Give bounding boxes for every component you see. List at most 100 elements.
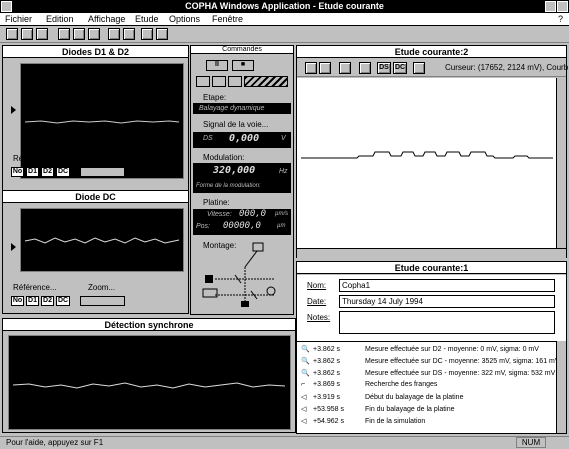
study-form: Nom: Copha1 Date: Thursday 14 July 1994 … — [297, 275, 566, 341]
channel-no-button[interactable]: No — [11, 167, 24, 177]
num-lock-indicator: NUM — [516, 437, 546, 448]
modulation-display: 320,000 Hz Forme de la modulation: — [193, 163, 291, 193]
status-bar: Pour l'aide, appuyez sur F1 NUM — [0, 436, 569, 449]
channel-d2-button[interactable]: D2 — [41, 296, 54, 306]
cancel-icon[interactable] — [212, 76, 226, 87]
new-icon[interactable] — [6, 28, 18, 40]
maximize-button[interactable] — [557, 1, 568, 12]
reference-button[interactable]: Référence... — [13, 154, 57, 163]
modulation-form-label: Forme de la modulation: — [196, 183, 261, 189]
window-title: Etude courante:2 — [297, 46, 566, 58]
window-title: Etude courante:1 — [297, 262, 566, 274]
pos-unit: µm — [277, 223, 286, 229]
pos-value: 00000,0 — [223, 221, 261, 231]
reference-button[interactable]: Référence... — [13, 283, 57, 292]
search-icon: 🔍 — [301, 358, 310, 365]
channel-dc-button[interactable]: DC — [56, 296, 70, 306]
fit-icon[interactable] — [339, 62, 351, 74]
zoom-out-icon[interactable] — [319, 62, 331, 74]
level-marker-icon[interactable] — [11, 106, 16, 114]
copy-icon[interactable] — [73, 28, 85, 40]
status-help: Pour l'aide, appuyez sur F1 — [6, 438, 104, 447]
vitesse-unit: µm/s — [275, 211, 289, 217]
modulation-value: 320,000 — [213, 165, 256, 176]
diodes-d1-d2-window: Diodes D1 & D2 Référence... Zoom... No D… — [2, 45, 189, 200]
horizontal-scrollbar[interactable] — [297, 248, 566, 258]
cursor-icon[interactable] — [413, 62, 425, 74]
chart-icon[interactable] — [108, 28, 120, 40]
window-title: Diode DC — [3, 191, 188, 203]
system-menu-button[interactable] — [1, 1, 12, 12]
signal-label[interactable]: Signal de la voie... — [203, 120, 268, 129]
stage-icon: ◁ — [301, 406, 307, 413]
menu-fichier[interactable]: Fichier — [5, 13, 32, 26]
channel-d1-button[interactable]: D1 — [26, 296, 39, 306]
commandes-title: Commandes — [191, 46, 293, 54]
diode-dc-window: Diode DC Référence... Zoom... No D1 D2 D… — [2, 190, 189, 314]
modulation-label: Modulation: — [203, 153, 245, 162]
search-icon: 🔍 — [301, 370, 310, 377]
vitesse-value: 000,0 — [239, 209, 267, 219]
ds-button[interactable]: DS — [377, 62, 391, 74]
channel-d1-button[interactable]: D1 — [26, 167, 39, 177]
window-title: Diodes D1 & D2 — [3, 46, 188, 58]
progress-stripes — [244, 76, 288, 87]
signal-value: 0,000 — [229, 133, 260, 144]
pause-button[interactable]: II — [206, 60, 228, 71]
save-icon[interactable] — [36, 28, 48, 40]
pos-label: Pos: — [196, 223, 211, 230]
reset-icon[interactable] — [196, 76, 210, 87]
channel-d2-button[interactable]: D2 — [41, 167, 54, 177]
sync-scope — [8, 335, 291, 430]
notes-field[interactable] — [339, 311, 555, 334]
signal-unit: V — [281, 135, 286, 142]
commandes-window: Commandes II ■ Etape: Balayage dynamique… — [190, 45, 294, 315]
nom-label: Nom: — [307, 281, 327, 290]
etape-label: Etape: — [203, 93, 227, 102]
magnifier-icon[interactable] — [359, 62, 371, 74]
log-scrollbar[interactable] — [556, 341, 566, 433]
graph-toolbar: DS DC Curseur: (17652, 2124 mV), Courb — [297, 59, 568, 77]
menu-options[interactable]: Options — [169, 13, 200, 26]
date-field[interactable]: Thursday 14 July 1994 — [339, 295, 555, 308]
diode-dc-scope — [20, 208, 184, 272]
zoom-in-icon[interactable] — [305, 62, 317, 74]
signal-channel: DS — [203, 135, 213, 142]
window-icon[interactable] — [141, 28, 153, 40]
log-row: ⌐ +3.869 s Recherche des franges — [301, 381, 438, 388]
log-row: ◁ +53.958 s Fin du balayage de la platine — [301, 406, 455, 413]
etape-display: Balayage dynamique — [193, 103, 291, 114]
montage-diagram-icon[interactable] — [195, 239, 291, 311]
disable-icon[interactable] — [228, 76, 242, 87]
signal-display: DS 0,000 V — [193, 132, 291, 148]
level-marker-icon[interactable] — [11, 243, 16, 251]
channel-dc-button[interactable]: DC — [56, 167, 70, 177]
stop-button[interactable]: ■ — [232, 60, 254, 71]
channel-no-button[interactable]: No — [11, 296, 24, 306]
etude-courante-2-window: Etude courante:2 DS DC Curseur: (17652, … — [296, 45, 568, 258]
menu-affichage[interactable]: Affichage — [88, 13, 125, 26]
log-row: 🔍 +3.862 s Mesure effectuée sur D2 - moyen… — [301, 346, 539, 353]
vertical-scrollbar[interactable] — [556, 78, 566, 248]
menu-bar: Fichier Edition Affichage Etude Options … — [0, 13, 569, 26]
log-row: ◁ +3.919 s Début du balayage de la platine — [301, 394, 464, 401]
etude-courante-1-window: Etude courante:1 Nom: Copha1 Date: Thurs… — [296, 261, 567, 434]
cut-icon[interactable] — [58, 28, 70, 40]
waveform-buttons[interactable] — [80, 296, 125, 306]
menu-help[interactable]: ? — [558, 13, 563, 26]
graph-canvas[interactable] — [297, 78, 556, 248]
nom-field[interactable]: Copha1 — [339, 279, 555, 292]
zoom-button[interactable]: Zoom... — [88, 154, 115, 163]
dc-button[interactable]: DC — [393, 62, 407, 74]
waveform-buttons[interactable] — [80, 167, 125, 177]
menu-edition[interactable]: Edition — [46, 13, 74, 26]
zoom-button[interactable]: Zoom... — [88, 283, 115, 292]
montage-icon[interactable] — [156, 28, 168, 40]
measure-icon[interactable] — [123, 28, 135, 40]
paste-icon[interactable] — [88, 28, 100, 40]
open-icon[interactable] — [21, 28, 33, 40]
menu-etude[interactable]: Etude — [135, 13, 159, 26]
minimize-button[interactable] — [545, 1, 556, 12]
menu-fenetre[interactable]: Fenêtre — [212, 13, 243, 26]
modulation-unit: Hz — [279, 168, 288, 175]
